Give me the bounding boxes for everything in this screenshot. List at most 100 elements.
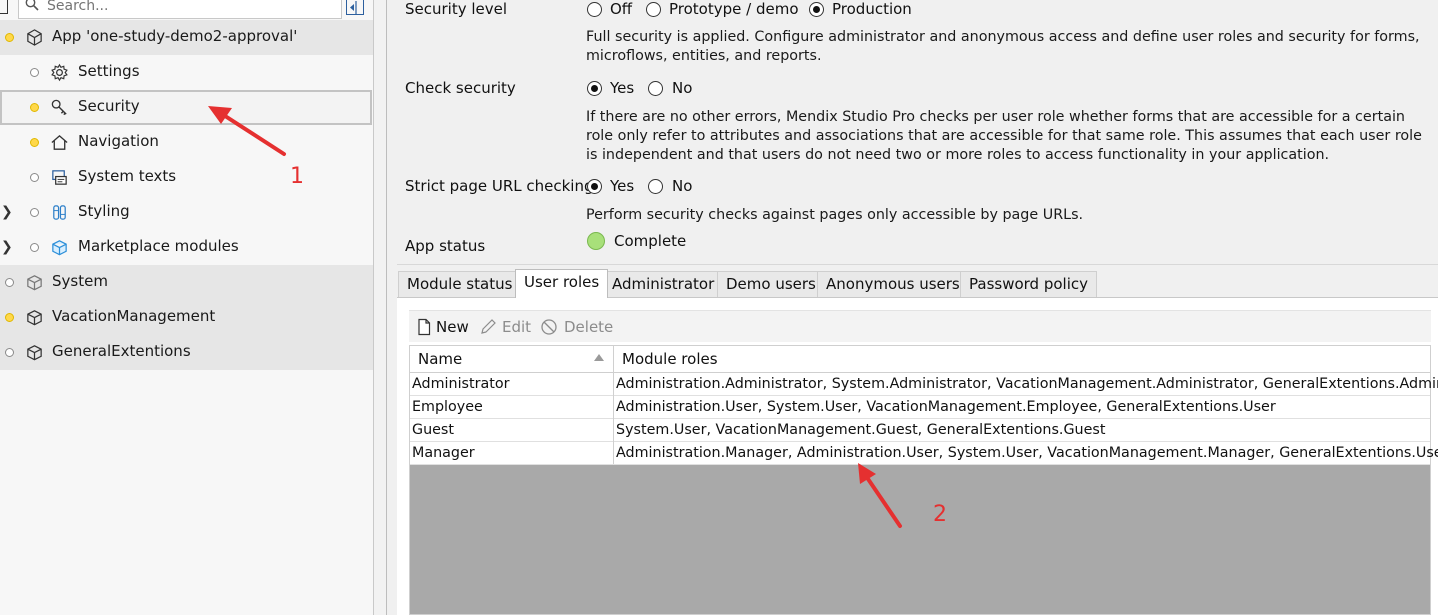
tab-demo-users[interactable]: Demo users [717, 271, 825, 297]
module-icon [27, 345, 42, 361]
check-security-description: If there are no other errors, Mendix Stu… [586, 109, 1422, 163]
strict-url-label: Strict page URL checking [405, 177, 594, 195]
tree-item-label: System texts [78, 167, 177, 185]
tree-item-label: Marketplace modules [78, 237, 239, 255]
radio-off-label[interactable]: Off [610, 0, 632, 18]
tree-item-label: VacationManagement [52, 307, 216, 325]
cell-module-roles: Administration.Manager, Administration.U… [616, 445, 1438, 461]
app-window: App 'one-study-demo2-approval' Settings … [0, 0, 1438, 615]
tree-item-module-generalextentions[interactable]: GeneralExtentions [0, 335, 373, 370]
tab-user-roles[interactable]: User roles [515, 269, 609, 298]
column-divider [613, 346, 614, 464]
delete-icon [541, 319, 557, 335]
tree-item-label: Settings [78, 62, 140, 80]
app-cube-icon [27, 29, 42, 46]
status-dot [30, 138, 39, 147]
radio-production-label[interactable]: Production [832, 0, 912, 18]
security-settings: Security level Off Prototype / demo Prod… [397, 0, 1438, 265]
tree-item-styling[interactable]: ❯ Styling [0, 195, 373, 230]
status-dot [5, 313, 14, 322]
module-icon [27, 275, 42, 291]
marketplace-icon [52, 240, 67, 256]
status-dot [30, 208, 39, 217]
security-level-description: Full security is applied. Configure admi… [586, 29, 1420, 64]
status-dot [30, 68, 39, 77]
radio-check-no-label[interactable]: No [672, 79, 692, 97]
tree-item-security[interactable]: Security [0, 90, 372, 125]
strict-url-description: Perform security checks against pages on… [586, 207, 1084, 223]
radio-strict-yes-label[interactable]: Yes [610, 177, 634, 195]
search-input[interactable] [47, 0, 327, 15]
tab-module-status[interactable]: Module status [398, 271, 522, 297]
search-icon [25, 0, 39, 11]
tree-item-label: App 'one-study-demo2-approval' [52, 27, 298, 45]
tree-item-navigation[interactable]: Navigation [0, 125, 373, 160]
cell-module-roles: Administration.User, System.User, Vacati… [616, 399, 1276, 415]
security-editor: Security level Off Prototype / demo Prod… [397, 0, 1438, 615]
security-tabs: Module status User roles Administrator D… [397, 269, 1438, 298]
tab-administrator[interactable]: Administrator [603, 271, 724, 297]
radio-production[interactable] [809, 2, 824, 17]
tree-item-system-texts[interactable]: System texts [0, 160, 373, 195]
key-icon [51, 99, 67, 116]
user-roles-toolbar: New Edit Delete [409, 310, 1431, 342]
gear-icon [51, 63, 68, 82]
radio-check-yes[interactable] [587, 81, 602, 96]
cell-name: Administrator [412, 376, 510, 392]
user-roles-grid: Name Module roles Administrator Administ… [409, 345, 1438, 615]
radio-prototype-label[interactable]: Prototype / demo [669, 0, 799, 18]
grid-header: Name Module roles [410, 346, 1430, 373]
status-dot [30, 173, 39, 182]
table-row[interactable]: Employee Administration.User, System.Use… [410, 396, 1430, 419]
radio-off[interactable] [587, 2, 602, 17]
chevron-right-icon[interactable]: ❯ [1, 204, 13, 220]
collapse-left-icon [350, 1, 357, 14]
pencil-icon [481, 319, 496, 334]
user-roles-panel: New Edit Delete Name Module roles Admini… [397, 298, 1438, 615]
table-row[interactable]: Manager Administration.Manager, Administ… [410, 442, 1438, 465]
search-box[interactable] [18, 0, 342, 19]
tree-item-app[interactable]: App 'one-study-demo2-approval' [0, 20, 373, 55]
column-header-name[interactable]: Name [418, 350, 462, 368]
radio-prototype[interactable] [646, 2, 661, 17]
cell-module-roles: Administration.Administrator, System.Adm… [616, 376, 1438, 392]
panel-splitter[interactable] [374, 0, 387, 615]
status-dot [5, 33, 14, 42]
radio-strict-no-label[interactable]: No [672, 177, 692, 195]
tree-item-label: Navigation [78, 132, 159, 150]
tab-anonymous-users[interactable]: Anonymous users [817, 271, 969, 297]
module-icon [27, 310, 42, 326]
chevron-right-icon[interactable]: ❯ [1, 239, 13, 255]
panel-icon[interactable] [0, 0, 8, 14]
search-row [0, 0, 373, 20]
collapse-panel-button[interactable] [346, 0, 364, 15]
tree-item-label: Security [78, 97, 140, 115]
column-header-module-roles[interactable]: Module roles [622, 350, 718, 368]
status-dot [5, 278, 14, 287]
new-button[interactable]: New [436, 318, 469, 336]
sort-ascending-icon [594, 354, 604, 361]
radio-check-no[interactable] [648, 81, 663, 96]
app-status-value: Complete [614, 232, 687, 250]
table-row[interactable]: Guest System.User, VacationManagement.Gu… [410, 419, 1430, 442]
tree-item-label: System [52, 272, 108, 290]
cell-name: Guest [412, 422, 454, 438]
radio-strict-yes[interactable] [587, 179, 602, 194]
status-dot [30, 243, 39, 252]
tree-item-settings[interactable]: Settings [0, 55, 373, 90]
home-icon [51, 134, 68, 150]
edit-button[interactable]: Edit [502, 318, 531, 336]
cell-name: Manager [412, 445, 475, 461]
new-document-icon [418, 318, 431, 336]
table-row[interactable]: Administrator Administration.Administrat… [410, 373, 1438, 396]
radio-strict-no[interactable] [648, 179, 663, 194]
annotation-number-2: 2 [933, 502, 947, 527]
tree-item-module-system[interactable]: System [0, 265, 373, 300]
tree-item-module-vacationmanagement[interactable]: VacationManagement [0, 300, 373, 335]
cell-module-roles: System.User, VacationManagement.Guest, G… [616, 422, 1106, 438]
radio-check-yes-label[interactable]: Yes [610, 79, 634, 97]
status-dot [30, 103, 39, 112]
tab-password-policy[interactable]: Password policy [960, 271, 1097, 297]
delete-button[interactable]: Delete [564, 318, 613, 336]
tree-item-marketplace-modules[interactable]: ❯ Marketplace modules [0, 230, 373, 265]
